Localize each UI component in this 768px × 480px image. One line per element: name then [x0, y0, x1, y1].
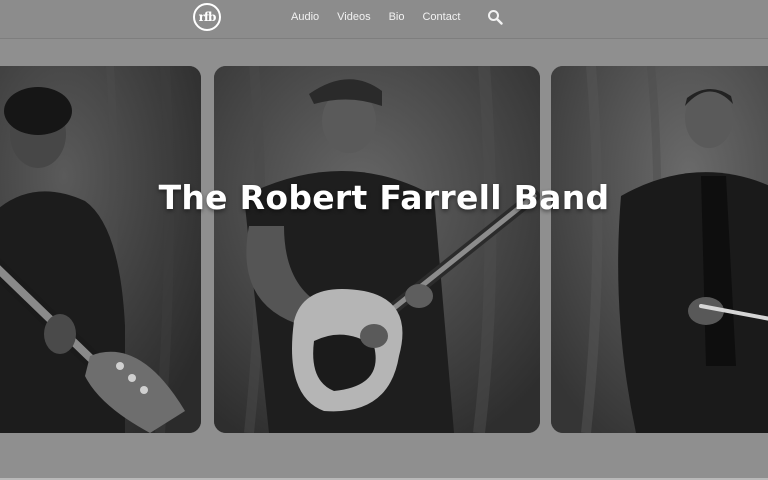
- hero-title: The Robert Farrell Band: [158, 178, 610, 217]
- page-footer-strip: [0, 455, 768, 480]
- band-logo[interactable]: rfb: [193, 3, 221, 31]
- main-nav: Audio Videos Bio Contact: [291, 11, 478, 23]
- nav-link-videos[interactable]: Videos: [337, 11, 370, 23]
- band-member-photo-drummer: [551, 66, 768, 433]
- nav-link-audio[interactable]: Audio: [291, 11, 319, 23]
- nav-link-contact[interactable]: Contact: [422, 11, 460, 23]
- band-member-photo-guitarist: [214, 66, 540, 433]
- top-navbar: rfb Audio Videos Bio Contact: [0, 0, 768, 39]
- band-member-photo-bassist: [0, 66, 201, 433]
- search-icon[interactable]: [487, 9, 503, 25]
- nav-link-bio[interactable]: Bio: [389, 11, 405, 23]
